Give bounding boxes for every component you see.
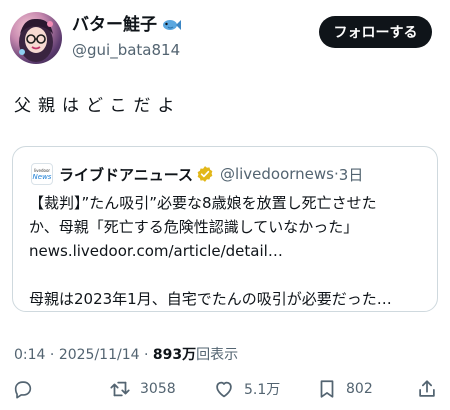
bookmark-button[interactable]: 802: [316, 378, 373, 400]
author-name[interactable]: バター鮭子: [72, 14, 181, 36]
share-button[interactable]: [416, 378, 438, 400]
tweet-date[interactable]: 2025/11/14: [59, 347, 140, 363]
quoted-link[interactable]: news.livedoor.com/article/detail…: [29, 239, 429, 263]
meta-dot: ·: [45, 347, 59, 363]
retweet-icon: [110, 381, 130, 397]
tweet-meta: 0:14 · 2025/11/14 · 893万回表示: [14, 344, 238, 364]
quoted-tweet-header: livedoor News ライブドアニュース @livedoornews · …: [31, 163, 363, 185]
quoted-spacer: [29, 263, 429, 287]
like-count: 5.1万: [244, 382, 281, 398]
like-button[interactable]: 5.1万: [212, 378, 280, 400]
livedoor-news-logo: livedoor News: [31, 163, 53, 185]
bookmark-icon: [320, 380, 334, 398]
verified-badge-icon: [197, 166, 213, 182]
reply-button[interactable]: [12, 378, 34, 400]
quoted-author-name[interactable]: ライブドアニュース: [59, 164, 193, 185]
tweet-actions: 3058 5.1万 802: [0, 378, 450, 404]
views-label: 回表示: [196, 347, 239, 363]
logo-news-text: News: [32, 172, 52, 181]
reply-icon: [14, 381, 32, 399]
author-display-name[interactable]: バター鮭子: [72, 14, 157, 36]
heart-icon: [216, 381, 232, 398]
retweet-button[interactable]: 3058: [108, 378, 176, 400]
avatar[interactable]: [10, 12, 62, 64]
views-count: 893万: [152, 347, 197, 363]
quoted-line-2: か、母親「死亡する危険性認識していなかった」: [29, 218, 359, 236]
quoted-line-1: 【裁判】”たん吸引”必要な8歳娘を放置し死亡させた: [29, 194, 377, 212]
author-handle[interactable]: @gui_bata814: [72, 40, 180, 60]
quoted-time[interactable]: 3日: [339, 164, 364, 185]
avatar-illustration: [19, 18, 53, 62]
fish-emoji-icon: [163, 20, 181, 30]
tweet-time[interactable]: 0:14: [14, 347, 45, 363]
meta-dot-2: ·: [139, 347, 153, 363]
quoted-author-handle[interactable]: @livedoornews: [220, 165, 334, 183]
share-icon: [419, 380, 435, 397]
tweet-text: 父親はどこだよ: [14, 96, 182, 116]
quoted-tweet-body: 【裁判】”たん吸引”必要な8歳娘を放置し死亡させた か、母親「死亡する危険性認識…: [29, 191, 429, 311]
retweet-count: 3058: [140, 381, 176, 397]
bookmark-count: 802: [346, 381, 373, 397]
quoted-tweet-card[interactable]: livedoor News ライブドアニュース @livedoornews · …: [12, 146, 438, 312]
follow-button[interactable]: フォローする: [319, 16, 432, 48]
quoted-line-4: 母親は2023年1月、自宅でたんの吸引が必要だった…: [29, 290, 392, 308]
